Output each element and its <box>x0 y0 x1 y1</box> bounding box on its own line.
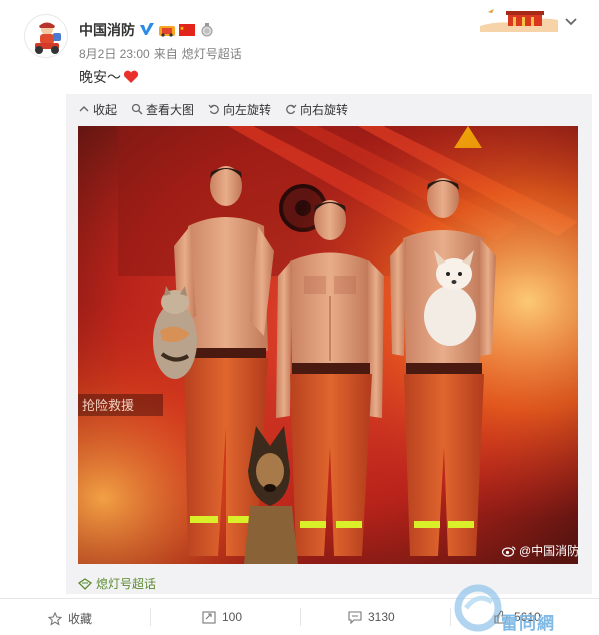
comment-icon <box>348 611 362 624</box>
magnifier-icon <box>131 103 143 115</box>
repost-icon <box>202 611 216 624</box>
avatar[interactable] <box>24 14 68 58</box>
action-separator <box>450 608 451 626</box>
rotate-left-icon <box>208 104 219 115</box>
post-text: 晚安～ <box>79 67 139 87</box>
comment-button[interactable]: 3130 <box>348 610 395 624</box>
site-watermark-text: 雷同網 <box>501 614 555 633</box>
photo-sign-text: 抢险救援 <box>82 398 134 414</box>
card-banner-image <box>480 6 558 32</box>
rotate-left-button[interactable]: 向左旋转 <box>208 100 271 118</box>
star-icon <box>48 611 62 626</box>
china-flag-badge-icon[interactable] <box>179 23 195 37</box>
view-large-button[interactable]: 查看大图 <box>131 100 194 118</box>
source-prefix: 来自 <box>153 47 178 61</box>
favorite-label: 收藏 <box>68 612 93 626</box>
collapse-label: 收起 <box>93 102 118 117</box>
super-topic-label: 熄灯号超话 <box>96 577 157 591</box>
super-topic-link[interactable]: 熄灯号超话 <box>78 575 156 592</box>
comment-count: 3130 <box>368 610 395 624</box>
author-line: 中国消防 <box>79 20 215 40</box>
collapse-button[interactable]: 收起 <box>78 100 117 118</box>
action-separator <box>150 608 151 626</box>
verified-v-icon[interactable] <box>139 22 155 38</box>
action-separator <box>300 608 301 626</box>
post-text-content: 晚安～ <box>79 69 121 85</box>
firefighters-photo-illustration: 抢险救援 <box>78 126 578 564</box>
author-name[interactable]: 中国消防 <box>79 20 135 40</box>
photo-watermark-text: @中国消防 <box>519 544 580 558</box>
rotate-right-icon <box>286 104 297 115</box>
collapse-icon <box>79 106 89 112</box>
weibo-logo-icon <box>502 546 516 557</box>
super-topic-diamond-icon <box>78 577 92 590</box>
post-meta: 8月2日 23:00 来自 熄灯号超话 <box>79 45 242 62</box>
repost-button[interactable]: 100 <box>202 610 242 624</box>
rotate-right-button[interactable]: 向右旋转 <box>285 100 348 118</box>
repost-count: 100 <box>222 610 243 624</box>
photo-watermark: @中国消防 <box>502 542 579 559</box>
view-large-label: 查看大图 <box>146 102 195 117</box>
post-source-link[interactable]: 熄灯号超话 <box>182 45 242 62</box>
post-photo[interactable]: 抢险救援 <box>78 126 578 564</box>
rotate-left-label: 向左旋转 <box>223 102 272 117</box>
media-toolbar: 收起 查看大图 向左旋转 向右旋转 <box>78 100 348 118</box>
more-options-chevron-icon[interactable] <box>563 14 579 30</box>
rotate-right-label: 向右旋转 <box>300 102 349 117</box>
medal-badge-icon[interactable] <box>199 23 215 37</box>
favorite-button[interactable]: 收藏 <box>48 610 92 627</box>
post-time[interactable]: 8月2日 23:00 <box>79 45 150 62</box>
red-heart-icon <box>123 70 139 84</box>
weibo-post-card: 中国消防 8月2日 23:00 来自 熄灯号超话 晚安～ 收起 查看大图 向左旋… <box>0 0 599 635</box>
fire-truck-badge-icon[interactable] <box>159 23 175 37</box>
